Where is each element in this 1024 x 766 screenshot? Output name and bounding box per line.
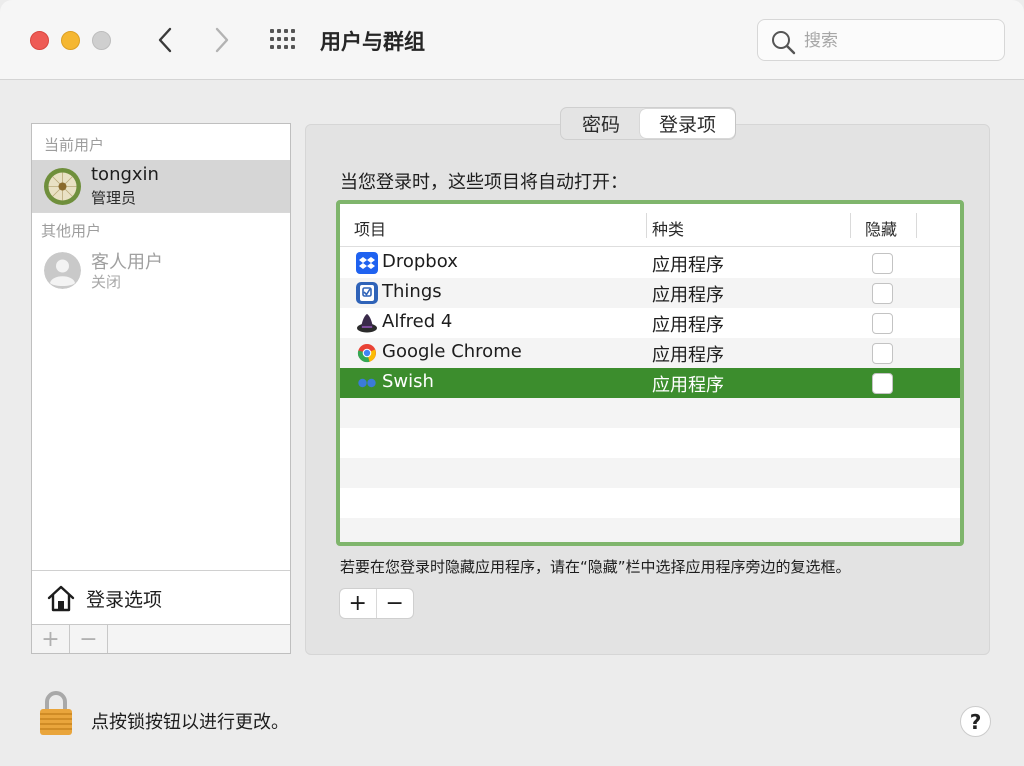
house-icon	[47, 585, 75, 612]
login-items-heading: 当您登录时，这些项目将自动打开：	[340, 172, 628, 193]
zoom-button[interactable]	[92, 31, 111, 50]
tab-bar: 密码 登录项	[560, 107, 736, 140]
tab-login-items[interactable]: 登录项	[640, 109, 735, 138]
window-title: 用户与群组	[320, 30, 425, 54]
table-row[interactable]: Dropbox 应用程序	[340, 248, 960, 278]
user-role: 管理员	[91, 189, 137, 207]
login-options-button[interactable]: 登录选项	[32, 570, 290, 624]
avatar	[44, 168, 81, 205]
alfred-icon	[357, 314, 377, 333]
show-all-button[interactable]	[268, 27, 298, 53]
search-input[interactable]	[804, 28, 994, 54]
forward-button[interactable]	[207, 22, 237, 58]
table-row[interactable]: Things 应用程序	[340, 278, 960, 308]
close-button[interactable]	[30, 31, 49, 50]
remove-login-item-button[interactable]: −	[377, 589, 414, 618]
help-button[interactable]: ?	[960, 706, 991, 737]
login-options-label: 登录选项	[86, 589, 163, 611]
dropbox-icon	[356, 252, 378, 274]
lock-icon[interactable]	[38, 690, 74, 736]
column-header-hide[interactable]: 隐藏	[865, 216, 897, 240]
column-separator	[916, 213, 917, 238]
search-icon	[772, 31, 796, 55]
app-kind: 应用程序	[652, 315, 724, 336]
add-remove-control: + −	[339, 588, 414, 619]
table-row[interactable]: Alfred 4 应用程序	[340, 308, 960, 338]
hide-hint-text: 若要在您登录时隐藏应用程序，请在“隐藏”栏中选择应用程序旁边的复选框。	[340, 558, 851, 576]
search-field[interactable]	[757, 19, 1005, 61]
swish-icon	[358, 378, 376, 388]
user-toolbar: + −	[32, 624, 290, 653]
app-name: Google Chrome	[382, 341, 522, 362]
login-items-table: 项目 种类 隐藏 Dropbox 应用程序 Things 应用程序 Alfred…	[336, 200, 964, 546]
column-separator	[646, 213, 647, 238]
add-user-button[interactable]: +	[32, 625, 70, 653]
empty-row	[340, 458, 960, 488]
guest-avatar-icon	[44, 252, 81, 289]
user-name: tongxin	[91, 164, 159, 185]
chevron-left-icon	[158, 27, 172, 53]
user-row-guest[interactable]: 客人用户 关闭	[32, 244, 290, 296]
chrome-icon	[357, 344, 376, 363]
app-kind: 应用程序	[652, 345, 724, 366]
table-row[interactable]: Google Chrome 应用程序	[340, 338, 960, 368]
app-name: Swish	[382, 371, 434, 392]
hide-checkbox[interactable]	[872, 283, 893, 304]
chevron-right-icon	[215, 27, 229, 53]
divider	[32, 212, 290, 213]
back-button[interactable]	[150, 22, 180, 58]
app-kind: 应用程序	[652, 285, 724, 306]
other-users-label: 其他用户	[41, 222, 102, 240]
window: 用户与群组 当前用户	[0, 0, 1024, 766]
minimize-button[interactable]	[61, 31, 80, 50]
user-list: 当前用户 tongxin 管理员 其他用户 客人用户 关闭 登录选项 + −	[31, 123, 291, 654]
empty-row	[340, 428, 960, 458]
things-icon	[356, 282, 378, 304]
user-row-tongxin[interactable]: tongxin 管理员	[32, 160, 290, 212]
hide-checkbox[interactable]	[872, 253, 893, 274]
empty-row	[340, 488, 960, 518]
table-header: 项目 种类 隐藏	[340, 204, 960, 247]
user-status: 关闭	[91, 273, 122, 291]
app-name: Alfred 4	[382, 311, 453, 332]
current-users-label: 当前用户	[44, 136, 105, 154]
app-name: Things	[382, 281, 442, 302]
hide-checkbox[interactable]	[872, 343, 893, 364]
empty-row	[340, 518, 960, 542]
lock-hint-text: 点按锁按钮以进行更改。	[91, 712, 289, 733]
title-bar: 用户与群组	[0, 0, 1024, 80]
hide-checkbox[interactable]	[872, 373, 893, 394]
tab-password[interactable]: 密码	[562, 109, 640, 138]
app-kind: 应用程序	[652, 375, 724, 396]
column-header-kind[interactable]: 种类	[652, 216, 684, 240]
column-separator	[850, 213, 851, 238]
app-kind: 应用程序	[652, 255, 724, 276]
app-name: Dropbox	[382, 251, 458, 272]
hide-checkbox[interactable]	[872, 313, 893, 334]
empty-row	[340, 398, 960, 428]
table-row-selected[interactable]: Swish 应用程序	[340, 368, 960, 398]
column-header-item[interactable]: 项目	[354, 216, 386, 240]
remove-user-button[interactable]: −	[70, 625, 108, 653]
add-login-item-button[interactable]: +	[340, 589, 377, 618]
